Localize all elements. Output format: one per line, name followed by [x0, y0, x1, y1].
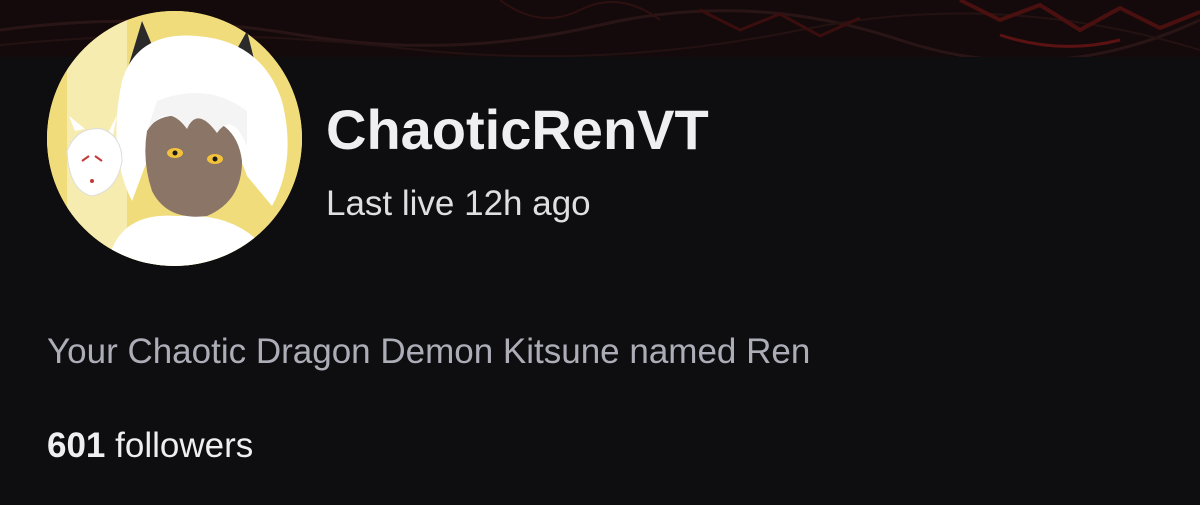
- avatar-illustration-icon: [47, 11, 302, 266]
- channel-name[interactable]: ChaoticRenVT: [326, 98, 709, 162]
- followers-label: followers: [115, 426, 254, 465]
- channel-bio: Your Chaotic Dragon Demon Kitsune named …: [47, 332, 811, 371]
- followers-count: 601 followers: [47, 424, 253, 468]
- last-live-status: Last live 12h ago: [326, 184, 591, 223]
- channel-avatar[interactable]: [47, 11, 302, 266]
- channel-profile-card: ChaoticRenVT Last live 12h ago Your Chao…: [0, 0, 1200, 505]
- followers-number: 601: [47, 426, 106, 465]
